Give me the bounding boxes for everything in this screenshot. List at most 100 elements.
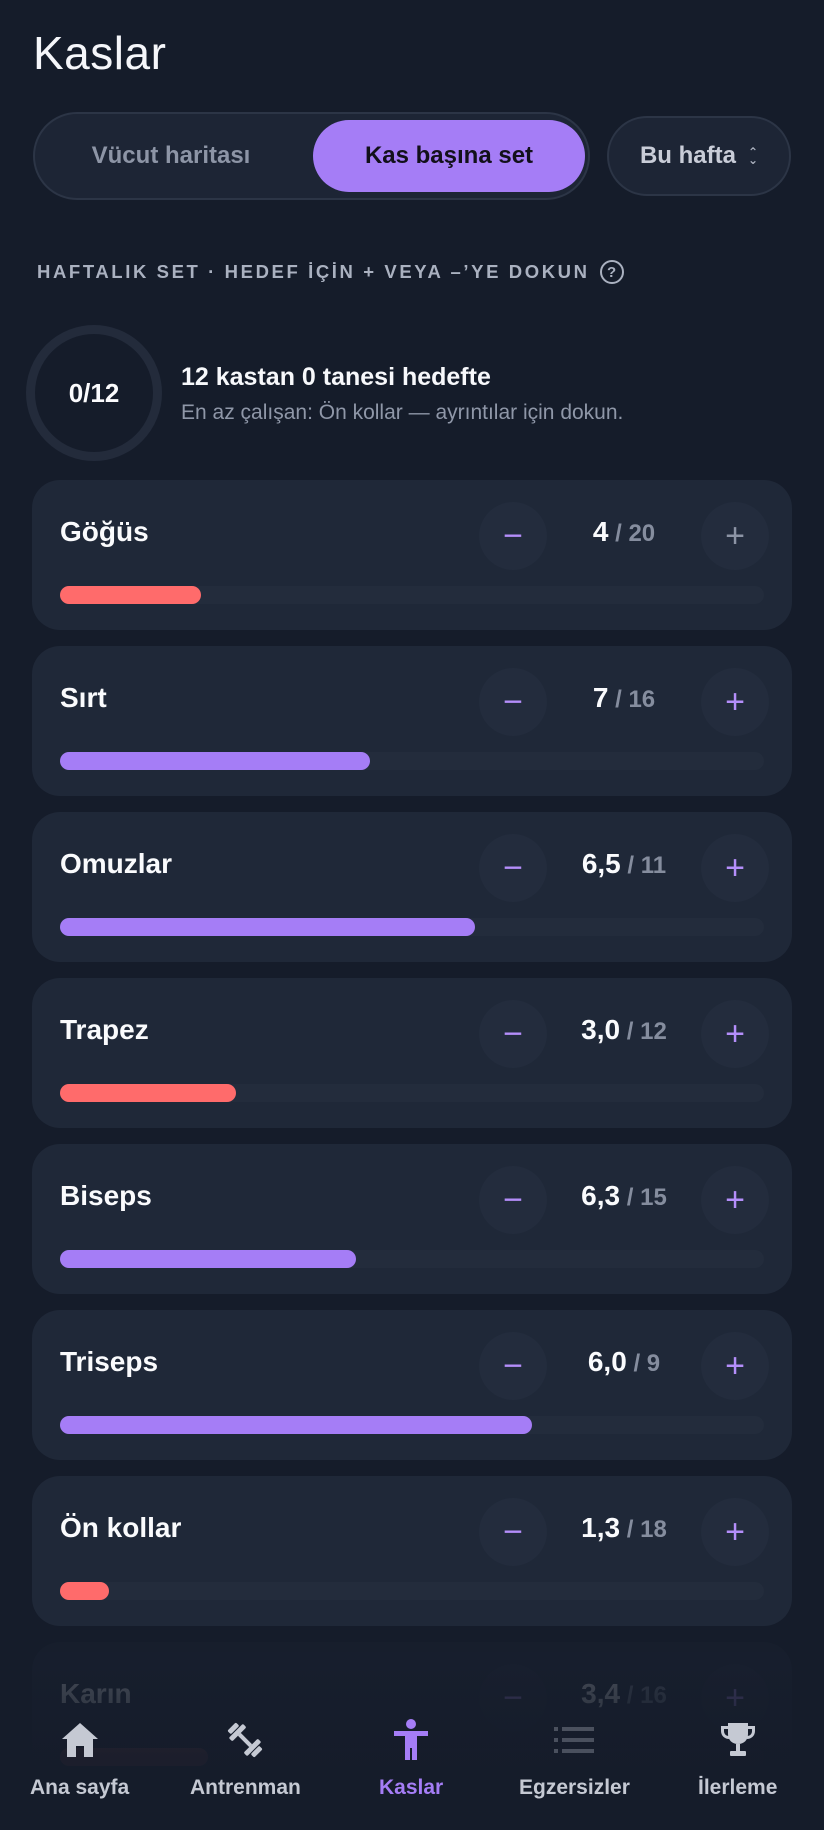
period-label: Bu hafta: [639, 142, 736, 169]
set-target: / 9: [626, 1350, 661, 1377]
help-icon[interactable]: ?: [599, 260, 624, 284]
decrement-button[interactable]: −: [479, 668, 547, 736]
tab-home-label: Ana sayfa: [30, 1776, 130, 1799]
home-icon: [60, 1718, 100, 1762]
summary-panel[interactable]: 0/12 12 kastan 0 tanesi hedefte En az ça…: [26, 325, 786, 465]
muscle-name: Biseps: [60, 1180, 152, 1211]
progress-fill: [60, 586, 201, 604]
set-target: / 18: [620, 1516, 667, 1543]
section-heading: HAFTALIK SET · HEDEF İÇİN + VEYA –’YE DO…: [37, 260, 624, 284]
set-target: / 12: [620, 1018, 667, 1045]
progress-fill: [60, 918, 475, 936]
set-target: / 15: [620, 1184, 667, 1211]
set-target-value: 11: [640, 852, 667, 879]
muscle-card[interactable]: Biseps −6,3 / 15 +: [32, 1144, 792, 1294]
muscle-card[interactable]: Ön kollar −1,3 / 18 +: [32, 1476, 792, 1626]
muscle-name: Göğüs: [60, 516, 149, 547]
view-segmented-control: Vücut haritası Kas başına set: [33, 112, 590, 200]
set-target-value: 12: [640, 1018, 667, 1045]
increment-button[interactable]: +: [701, 668, 769, 736]
set-target-value: 18: [640, 1516, 667, 1543]
ring-label: 0/12: [68, 377, 120, 408]
segment-body-map[interactable]: Vücut haritası: [41, 120, 301, 192]
progress-fill: [60, 1582, 109, 1600]
chevron-updown-icon: ⌃ ⌄: [747, 145, 759, 167]
progress-track: [60, 1582, 764, 1600]
tab-workout-label: Antrenman: [190, 1776, 301, 1799]
increment-button[interactable]: +: [701, 834, 769, 902]
set-target: / 20: [608, 520, 656, 547]
tab-muscles[interactable]: Kaslar: [379, 1718, 443, 1800]
progress-fill: [60, 1250, 356, 1268]
tab-progress[interactable]: İlerleme: [698, 1718, 777, 1800]
progress-track: [60, 586, 764, 604]
muscle-name: Omuzlar: [60, 848, 173, 879]
decrement-button[interactable]: −: [479, 1166, 547, 1234]
summary-subtitle: En az çalışan: Ön kollar — ayrıntılar iç…: [181, 401, 624, 424]
muscle-name: Ön kollar: [60, 1512, 182, 1543]
set-count: 6,0 / 9: [547, 1346, 701, 1378]
tab-exercises-label: Egzersizler: [519, 1776, 630, 1799]
decrement-button[interactable]: −: [479, 1498, 547, 1566]
summary-title: 12 kastan 0 tanesi hedefte: [181, 363, 491, 391]
decrement-button[interactable]: −: [479, 1000, 547, 1068]
section-heading-text: HAFTALIK SET · HEDEF İÇİN + VEYA –’YE DO…: [37, 261, 590, 282]
set-value: 6,0: [587, 1346, 627, 1377]
set-target-value: 16: [628, 686, 656, 713]
muscle-card[interactable]: Omuzlar −6,5 / 11 +: [32, 812, 792, 962]
increment-button[interactable]: +: [701, 1498, 769, 1566]
set-count: 7 / 16: [547, 682, 701, 714]
tab-progress-label: İlerleme: [698, 1776, 778, 1799]
set-value: 3,0: [581, 1014, 621, 1045]
set-value: 6,5: [581, 848, 621, 879]
increment-button[interactable]: +: [701, 502, 769, 570]
progress-track: [60, 918, 764, 936]
increment-button[interactable]: +: [701, 1166, 769, 1234]
period-selector[interactable]: Bu hafta ⌃ ⌄: [607, 116, 791, 196]
set-target-value: 9: [646, 1350, 661, 1377]
progress-track: [60, 1250, 764, 1268]
muscle-name: Sırt: [60, 682, 107, 713]
set-count: 3,0 / 12: [547, 1014, 701, 1046]
increment-button[interactable]: +: [701, 1332, 769, 1400]
muscle-card[interactable]: Triseps −6,0 / 9 +: [32, 1310, 792, 1460]
muscles-screen: Kaslar Vücut haritası Kas başına set Bu …: [0, 0, 824, 1830]
decrement-button[interactable]: −: [479, 1332, 547, 1400]
set-target: / 16: [608, 686, 656, 713]
progress-track: [60, 752, 764, 770]
set-count: 6,3 / 15: [547, 1180, 701, 1212]
decrement-button[interactable]: −: [479, 834, 547, 902]
set-value: 7: [592, 682, 609, 713]
page-title: Kaslar: [33, 27, 167, 79]
progress-ring: 0/12: [26, 325, 162, 461]
muscle-name: Triseps: [60, 1346, 159, 1377]
muscle-card[interactable]: Sırt −7 / 16 +: [32, 646, 792, 796]
trophy-icon: [718, 1718, 758, 1762]
set-count: 6,5 / 11: [547, 848, 701, 880]
progress-fill: [60, 1084, 236, 1102]
tab-muscles-label: Kaslar: [379, 1776, 444, 1799]
progress-track: [60, 1416, 764, 1434]
bottom-tab-bar: Ana sayfa Antrenman Kaslar Egzersizler İ…: [0, 1700, 824, 1830]
list-icon: [552, 1718, 596, 1762]
muscle-card[interactable]: Göğüs −4 / 20 +: [32, 480, 792, 630]
tab-exercises[interactable]: Egzersizler: [519, 1718, 630, 1800]
set-target-value: 20: [628, 520, 656, 547]
set-count: 4 / 20: [547, 516, 701, 548]
muscle-card[interactable]: Trapez −3,0 / 12 +: [32, 978, 792, 1128]
progress-fill: [60, 1416, 532, 1434]
decrement-button[interactable]: −: [479, 502, 547, 570]
segment-sets-per-muscle[interactable]: Kas başına set: [313, 120, 585, 192]
tab-home[interactable]: Ana sayfa: [30, 1718, 129, 1800]
set-target-value: 15: [640, 1184, 667, 1211]
tab-workout[interactable]: Antrenman: [190, 1718, 301, 1800]
set-value: 6,3: [581, 1180, 621, 1211]
set-count: 1,3 / 18: [547, 1512, 701, 1544]
set-value: 1,3: [581, 1512, 621, 1543]
person-icon: [391, 1718, 431, 1762]
progress-track: [60, 1084, 764, 1102]
muscle-name: Trapez: [60, 1014, 149, 1045]
increment-button[interactable]: +: [701, 1000, 769, 1068]
progress-fill: [60, 752, 370, 770]
dumbbell-icon: [223, 1718, 267, 1762]
